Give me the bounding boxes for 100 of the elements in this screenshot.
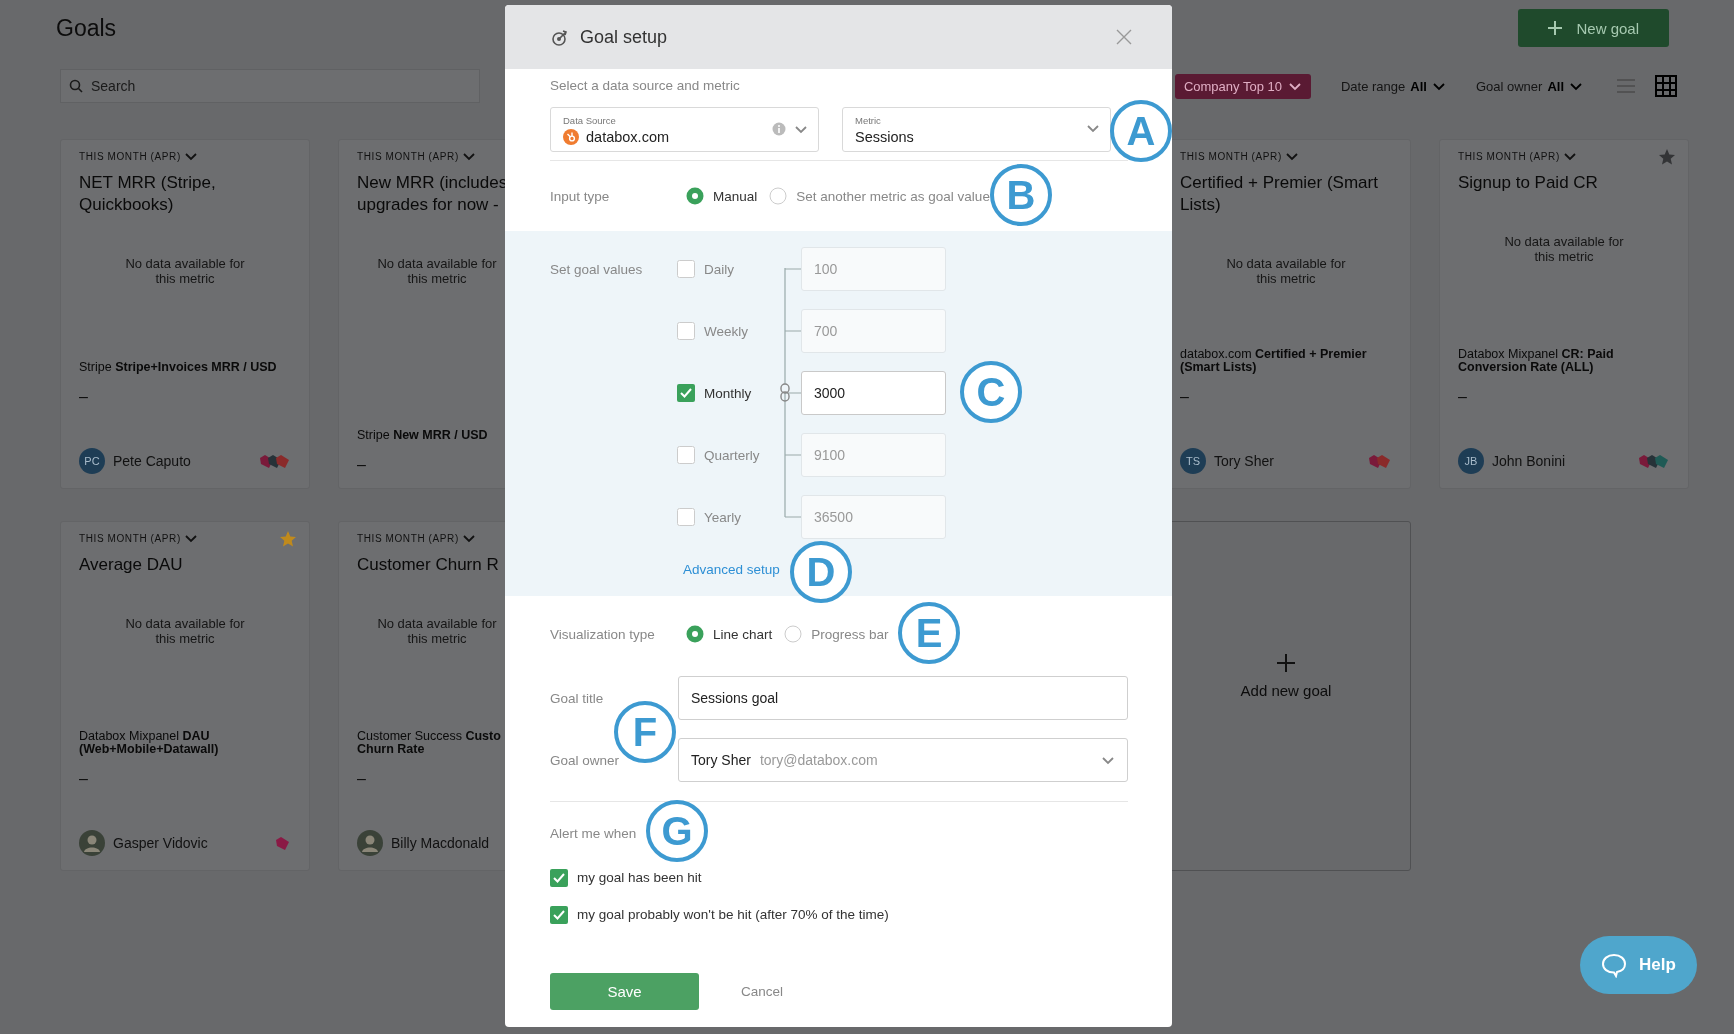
goal-value-field[interactable]: 700: [801, 309, 946, 353]
goal-value: –: [357, 456, 366, 474]
period-label: Quarterly: [704, 447, 760, 463]
close-icon: [1116, 29, 1132, 45]
plus-icon: [1548, 21, 1563, 35]
goal-owner-filter[interactable]: Goal owner All: [1475, 78, 1583, 94]
goal-value-field[interactable]: 9100: [801, 433, 946, 477]
goal-value-field[interactable]: 3000: [801, 371, 946, 415]
star-icon[interactable]: [279, 530, 297, 548]
field-label: Visualization type: [550, 626, 656, 642]
plus-icon: [1277, 654, 1295, 672]
metric-select[interactable]: Metric Sessions: [842, 107, 1111, 152]
grid-view-button[interactable]: [1653, 73, 1679, 99]
period-dropdown[interactable]: THIS MONTH (APR): [357, 150, 476, 162]
empty-message: No data available for this metric: [124, 256, 246, 286]
link-icon: [779, 383, 791, 402]
checkbox[interactable]: [550, 869, 568, 887]
field-label: Alert me when: [550, 825, 637, 843]
period-label: Weekly: [704, 323, 748, 339]
empty-message: No data available for this metric: [1225, 256, 1347, 286]
cancel-button[interactable]: Cancel: [741, 984, 784, 999]
source-logo-icon: [563, 128, 579, 145]
star-icon[interactable]: [1658, 148, 1676, 166]
empty-message: No data available for this metric: [1503, 234, 1625, 264]
chevron-icon: [461, 150, 476, 162]
checkbox[interactable]: [550, 906, 568, 924]
connector-line: [784, 362, 801, 424]
metric-source: Stripe New MRR / USD: [357, 429, 489, 442]
section-hint: Select a data source and metric: [550, 78, 741, 94]
date-range-filter[interactable]: Date range All: [1340, 78, 1446, 94]
goal-title: Signup to Paid CR: [1458, 172, 1599, 194]
data-source-select[interactable]: Data Source databox.com: [550, 107, 819, 152]
chevron-icon: [1086, 122, 1100, 134]
checkbox[interactable]: [677, 446, 695, 464]
field-label: Goal title: [550, 690, 605, 706]
avatar: JB: [1458, 448, 1484, 474]
checkbox[interactable]: [677, 384, 695, 402]
option-label: Set another metric as goal value: [796, 188, 990, 204]
goal-value-field[interactable]: 36500: [801, 495, 946, 539]
goal-value: –: [1180, 388, 1189, 406]
goal-title: Customer Churn R: [357, 554, 500, 576]
tags-icon: [1368, 453, 1392, 469]
empty-message: No data available for this metric: [376, 616, 498, 646]
field-label: Input type: [550, 188, 611, 204]
empty-message: No data available for this metric: [376, 256, 498, 286]
goal-value-field[interactable]: 100: [801, 247, 946, 291]
period-dropdown[interactable]: THIS MONTH (APR): [79, 532, 198, 544]
tags-icon: [1638, 453, 1670, 469]
goal-value: –: [79, 388, 88, 406]
dialog-title: Goal setup: [580, 26, 668, 48]
goal-title: Average DAU: [79, 554, 184, 576]
goal-value: –: [357, 770, 366, 788]
period-dropdown[interactable]: THIS MONTH (APR): [357, 532, 476, 544]
period-label: Daily: [704, 261, 734, 277]
field-label: Set goal values: [550, 261, 644, 277]
chevron-icon: [1431, 80, 1446, 92]
goal-value: –: [1458, 388, 1467, 406]
period-dropdown[interactable]: THIS MONTH (APR): [79, 150, 198, 162]
tags-icon: [275, 835, 291, 851]
help-button[interactable]: Help: [1580, 936, 1697, 994]
goal-title-field[interactable]: Sessions goal: [678, 676, 1128, 720]
advanced-setup-link[interactable]: Advanced setup: [683, 560, 780, 580]
metric-source: Databox Mixpanel CR: Paid Conversion Rate (ALL): [1458, 348, 1615, 374]
alert-option-label: my goal has been hit: [577, 869, 702, 887]
grid-icon: [1655, 75, 1677, 97]
chevron-icon: [1284, 150, 1299, 162]
info-icon: [772, 122, 786, 136]
period-dropdown[interactable]: THIS MONTH (APR): [1458, 150, 1577, 162]
metric-source: databox.com Certified + Premier (Smart Lists): [1180, 348, 1368, 374]
tag-filter[interactable]: Company Top 10: [1174, 73, 1311, 99]
option-label: Progress bar: [811, 626, 889, 642]
radio-button[interactable]: [769, 187, 788, 205]
chevron-icon: [794, 123, 808, 135]
tags-icon: [259, 453, 291, 469]
save-button[interactable]: Save: [550, 973, 699, 1010]
avatar-icon: [357, 830, 383, 856]
avatar: TS: [1180, 448, 1206, 474]
chevron-icon: [1101, 754, 1115, 766]
checkbox[interactable]: [677, 508, 695, 526]
new-goal-button[interactable]: New goal: [1518, 9, 1669, 47]
chevron-icon: [1287, 80, 1302, 92]
chevron-icon: [461, 532, 476, 544]
avatar: PC: [79, 448, 105, 474]
chevron-icon: [1562, 150, 1577, 162]
checkbox[interactable]: [677, 322, 695, 340]
radio-button[interactable]: [686, 625, 704, 643]
page-title: Goals: [56, 14, 117, 42]
chevron-icon: [183, 532, 198, 544]
owner-name: Billy Macdonald: [391, 835, 490, 851]
search-field[interactable]: Search: [60, 69, 480, 103]
checkbox[interactable]: [677, 260, 695, 278]
goal-title: New MRR (includes upgrades for now -: [357, 172, 509, 216]
goal-owner-select[interactable]: Tory Sher tory@databox.com: [678, 738, 1128, 782]
goal-title: NET MRR (Stripe, Quickbooks): [79, 172, 217, 216]
radio-button[interactable]: [686, 187, 704, 205]
period-dropdown[interactable]: THIS MONTH (APR): [1180, 150, 1299, 162]
owner-name: Gasper Vidovic: [113, 835, 208, 851]
radio-button[interactable]: [784, 625, 803, 643]
close-button[interactable]: [1116, 29, 1132, 45]
goal-value: –: [79, 770, 88, 788]
